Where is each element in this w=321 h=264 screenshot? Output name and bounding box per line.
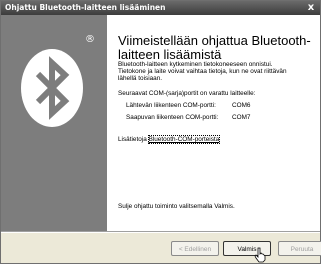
- incoming-port-label: Saapuvan liikenteen COM-portti:: [126, 114, 219, 121]
- window-title: Ohjattu Bluetooth-laitteen lisääminen: [5, 3, 166, 12]
- wizard-content: ® Viimeistellään ohjattua Bluetooth-lait…: [1, 15, 320, 231]
- registered-mark: ®: [85, 34, 95, 45]
- wizard-window: Ohjattu Bluetooth-laitteen lisääminen x …: [0, 0, 321, 264]
- cancel-button[interactable]: Peruuta: [278, 241, 321, 256]
- closing-instruction: Sulje ohjattu toiminto valitsemalla Valm…: [118, 203, 235, 210]
- ports-intro: Seuraavat COM-(sarja)portit on varattu l…: [118, 90, 256, 97]
- bluetooth-com-ports-link[interactable]: Bluetooth-COM-porteista: [147, 135, 221, 144]
- info-line-3: lähellä toisiaan.: [118, 75, 163, 82]
- close-icon[interactable]: x: [305, 1, 317, 15]
- outgoing-port-value: COM6: [232, 102, 251, 109]
- more-info-prefix: Lisätietoja: [118, 136, 149, 143]
- more-info-line: Lisätietoja Bluetooth-COM-porteista: [118, 135, 221, 144]
- back-button[interactable]: < Edellinen: [171, 241, 219, 256]
- side-panel: ®: [1, 15, 107, 231]
- button-separator: [1, 231, 320, 233]
- title-bar[interactable]: Ohjattu Bluetooth-laitteen lisääminen x: [1, 1, 320, 15]
- page-title: Viimeistellään ohjattua Bluetooth-laitte…: [118, 33, 311, 62]
- incoming-port-value: COM7: [232, 114, 251, 121]
- bluetooth-icon: [21, 49, 83, 127]
- hand-cursor-icon: [254, 247, 266, 263]
- outgoing-port-label: Lähtevän liikenteen COM-portti:: [126, 102, 216, 109]
